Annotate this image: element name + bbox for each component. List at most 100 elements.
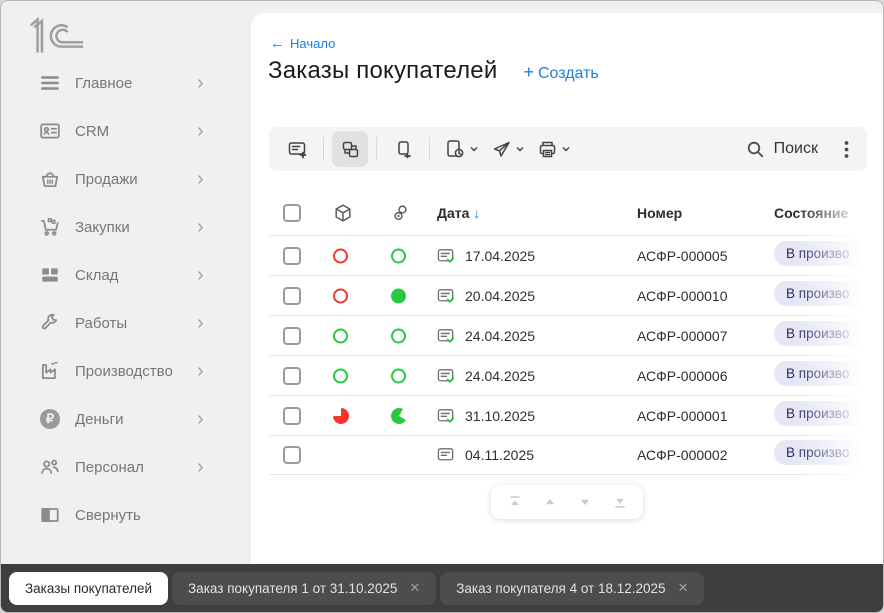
sidebar-item-money[interactable]: ₽ Деньги › xyxy=(1,395,251,443)
row-checkbox[interactable] xyxy=(283,406,301,425)
contact-card-icon xyxy=(38,119,62,143)
shipment-status-icon xyxy=(333,407,349,424)
sort-desc-icon: ↓ xyxy=(473,205,481,221)
select-all-checkbox[interactable] xyxy=(283,204,301,222)
create-based-on-button[interactable] xyxy=(332,131,368,167)
print-dropdown[interactable] xyxy=(531,131,577,167)
chevron-right-icon: › xyxy=(197,264,204,286)
breadcrumb[interactable]: ← Начало xyxy=(270,35,335,52)
go-down-button[interactable] xyxy=(571,489,599,515)
sidebar-item-production[interactable]: Производство › xyxy=(1,347,251,395)
orders-table: Дата ↓ Номер Состояние 17.04.2025 АСФР-00… xyxy=(269,191,883,475)
list-toolbar: Поиск xyxy=(269,127,867,171)
sidebar-menu: Главное › CRM › Продажи › Закупки › Скла… xyxy=(1,59,251,539)
tab-order-4[interactable]: Заказ покупателя 4 от 18.12.2025 ✕ xyxy=(440,571,705,605)
create-button[interactable]: + Создать xyxy=(523,62,598,83)
sidebar-item-label: Производство xyxy=(75,362,173,380)
tab-label: Заказы покупателей xyxy=(25,580,153,596)
order-number: АСФР-000006 xyxy=(637,367,728,384)
menu-icon xyxy=(38,71,62,95)
chevron-right-icon: › xyxy=(197,168,204,190)
table-row[interactable]: 24.04.2025 АСФР-000006 В произво xyxy=(269,355,883,395)
close-icon[interactable]: ✕ xyxy=(678,580,689,596)
status-badge: В произво xyxy=(774,400,883,426)
table-row[interactable]: 31.10.2025 АСФР-000001 В произво xyxy=(269,395,883,435)
chevron-down-icon xyxy=(516,147,524,152)
people-icon xyxy=(38,455,62,479)
shipment-status-icon xyxy=(333,328,348,343)
factory-icon xyxy=(38,359,62,383)
sidebar-item-works[interactable]: Работы › xyxy=(1,299,251,347)
status-badge: В произво xyxy=(774,240,883,266)
shipment-status-icon xyxy=(333,368,348,383)
shipment-status-icon xyxy=(333,248,348,263)
go-up-button[interactable] xyxy=(536,489,564,515)
documents-dropdown[interactable] xyxy=(438,131,485,167)
column-header-date[interactable]: Дата ↓ xyxy=(437,205,480,221)
close-icon[interactable]: ✕ xyxy=(409,580,420,596)
ruble-icon: ₽ xyxy=(38,407,62,431)
sidebar-item-label: Склад xyxy=(75,266,119,284)
app-window: Главное › CRM › Продажи › Закупки › Скла… xyxy=(0,0,884,613)
tab-order-1[interactable]: Заказ покупателя 1 от 31.10.2025 ✕ xyxy=(172,571,437,605)
basket-icon xyxy=(38,167,62,191)
table-row[interactable]: 20.04.2025 АСФР-000010 В произво xyxy=(269,275,883,315)
row-checkbox[interactable] xyxy=(283,366,301,385)
row-checkbox[interactable] xyxy=(283,446,301,464)
add-document-button[interactable] xyxy=(279,131,315,167)
send-dropdown[interactable] xyxy=(485,131,531,167)
order-date: 24.04.2025 xyxy=(465,367,536,384)
payment-status-icon xyxy=(391,248,406,263)
shipment-column-icon[interactable] xyxy=(333,203,353,223)
order-number: АСФР-000001 xyxy=(637,407,728,424)
cart-icon xyxy=(38,215,62,239)
sidebar-item-purchases[interactable]: Закупки › xyxy=(1,203,251,251)
sidebar-item-crm[interactable]: CRM › xyxy=(1,107,251,155)
chevron-down-icon xyxy=(562,147,570,152)
table-row[interactable]: 17.04.2025 АСФР-000005 В произво xyxy=(269,235,883,275)
search-button[interactable]: Поиск xyxy=(746,140,818,159)
copy-button[interactable] xyxy=(385,131,421,167)
document-posted-icon xyxy=(437,327,455,345)
table-row[interactable]: 24.04.2025 АСФР-000007 В произво xyxy=(269,315,883,355)
row-checkbox[interactable] xyxy=(283,246,301,265)
open-windows-tabbar: Заказы покупателей Заказ покупателя 1 от… xyxy=(1,564,883,612)
payment-column-icon[interactable] xyxy=(391,204,410,223)
go-last-button[interactable] xyxy=(606,489,634,515)
more-menu-button[interactable] xyxy=(844,140,849,159)
order-date: 24.04.2025 xyxy=(465,327,536,344)
order-date: 31.10.2025 xyxy=(465,407,536,424)
table-row[interactable]: 04.11.2025 АСФР-000002 В произво xyxy=(269,435,883,475)
chevron-down-icon xyxy=(470,147,478,152)
row-checkbox[interactable] xyxy=(283,326,301,345)
table-header: Дата ↓ Номер Состояние xyxy=(269,191,866,235)
payment-status-icon xyxy=(391,368,406,383)
sidebar-item-label: Работы xyxy=(75,314,128,332)
status-badge: В произво xyxy=(774,280,883,306)
document-posted-icon xyxy=(437,367,455,385)
kebab-icon xyxy=(844,140,849,158)
go-first-button[interactable] xyxy=(501,489,529,515)
sidebar-item-main[interactable]: Главное › xyxy=(1,59,251,107)
sidebar-item-warehouse[interactable]: Склад › xyxy=(1,251,251,299)
payment-status-icon xyxy=(391,407,407,424)
sidebar-item-label: CRM xyxy=(75,122,110,140)
sidebar-item-sales[interactable]: Продажи › xyxy=(1,155,251,203)
chevron-right-icon: › xyxy=(197,216,204,238)
search-label: Поиск xyxy=(773,140,818,157)
sidebar-item-label: Закупки xyxy=(75,218,130,236)
sidebar-item-personnel[interactable]: Персонал › xyxy=(1,443,251,491)
tab-orders-list[interactable]: Заказы покупателей xyxy=(9,571,169,605)
sidebar-collapse-button[interactable]: Свернуть xyxy=(1,491,251,539)
collapse-panel-icon xyxy=(38,503,62,527)
wrench-icon xyxy=(38,311,62,335)
chevron-right-icon: › xyxy=(197,360,204,382)
search-icon xyxy=(747,141,763,157)
content-panel: ← Начало Заказы покупателей + Создать По… xyxy=(251,13,883,564)
column-header-number[interactable]: Номер xyxy=(637,205,682,221)
order-date: 17.04.2025 xyxy=(465,247,536,264)
column-header-state[interactable]: Состояние xyxy=(774,205,848,221)
row-checkbox[interactable] xyxy=(283,286,301,305)
status-badge: В произво xyxy=(774,320,883,346)
chevron-right-icon: › xyxy=(197,72,204,94)
